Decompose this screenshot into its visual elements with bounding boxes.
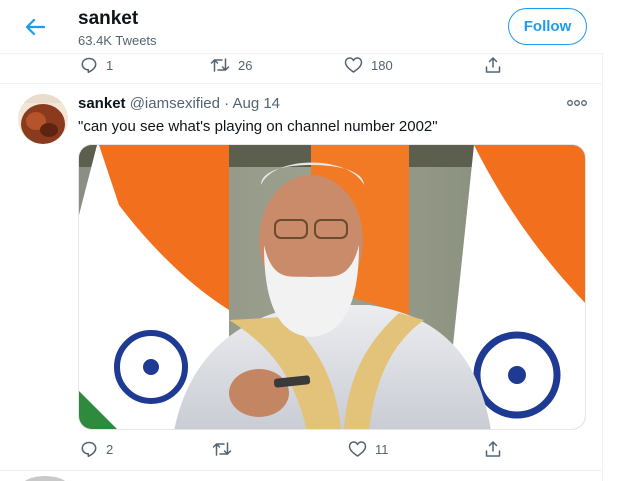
- tweet-date[interactable]: Aug 14: [232, 95, 280, 112]
- like-button[interactable]: 11: [348, 440, 389, 458]
- tweet-text: "can you see what's playing on channel n…: [78, 118, 438, 135]
- share-icon: [485, 57, 501, 73]
- follow-button[interactable]: Follow: [508, 8, 587, 45]
- separator-dot: ·: [224, 95, 230, 112]
- reply-button[interactable]: 1: [80, 56, 113, 74]
- author-name[interactable]: sanket: [78, 95, 126, 112]
- back-button[interactable]: [20, 12, 50, 42]
- tweet[interactable]: sanket @iamsexified · Aug 14 "can you se…: [0, 84, 603, 471]
- arrow-left-icon: [25, 18, 45, 36]
- retweet-icon: [210, 58, 230, 72]
- reply-button[interactable]: 2: [80, 440, 113, 458]
- share-button[interactable]: [484, 440, 502, 458]
- retweet-button[interactable]: 26: [210, 56, 252, 74]
- tweet-count: 63.4K Tweets: [78, 33, 157, 48]
- reply-count: 1: [106, 57, 114, 73]
- right-gutter: [603, 0, 621, 481]
- heart-icon: [344, 57, 363, 73]
- reply-count: 2: [106, 441, 114, 457]
- retweet-count: 26: [238, 57, 253, 73]
- next-tweet-avatar[interactable]: [22, 476, 68, 481]
- retweet-button[interactable]: [212, 440, 240, 458]
- more-icon: [567, 100, 587, 106]
- like-button[interactable]: 180: [344, 56, 393, 74]
- timeline-column: sanket 63.4K Tweets Follow 1 26 180 sank…: [0, 0, 603, 481]
- reply-icon: [81, 441, 97, 458]
- more-options-button[interactable]: [566, 96, 588, 110]
- share-icon: [485, 441, 501, 457]
- like-count: 11: [375, 441, 389, 457]
- retweet-icon: [212, 442, 232, 456]
- tweet-media-photo[interactable]: [78, 144, 586, 430]
- previous-tweet-actions: 1 26 180: [0, 54, 603, 84]
- author-handle[interactable]: @iamsexified: [130, 95, 220, 112]
- avatar[interactable]: [18, 94, 68, 144]
- heart-icon: [348, 441, 367, 457]
- profile-header: sanket 63.4K Tweets Follow: [0, 0, 603, 54]
- tweet-header: sanket @iamsexified · Aug 14: [78, 95, 280, 112]
- reply-icon: [81, 57, 97, 74]
- share-button[interactable]: [484, 56, 502, 74]
- like-count: 180: [371, 57, 393, 73]
- photo-image: [79, 145, 585, 429]
- avatar-image: [18, 94, 68, 144]
- profile-name: sanket: [78, 8, 139, 29]
